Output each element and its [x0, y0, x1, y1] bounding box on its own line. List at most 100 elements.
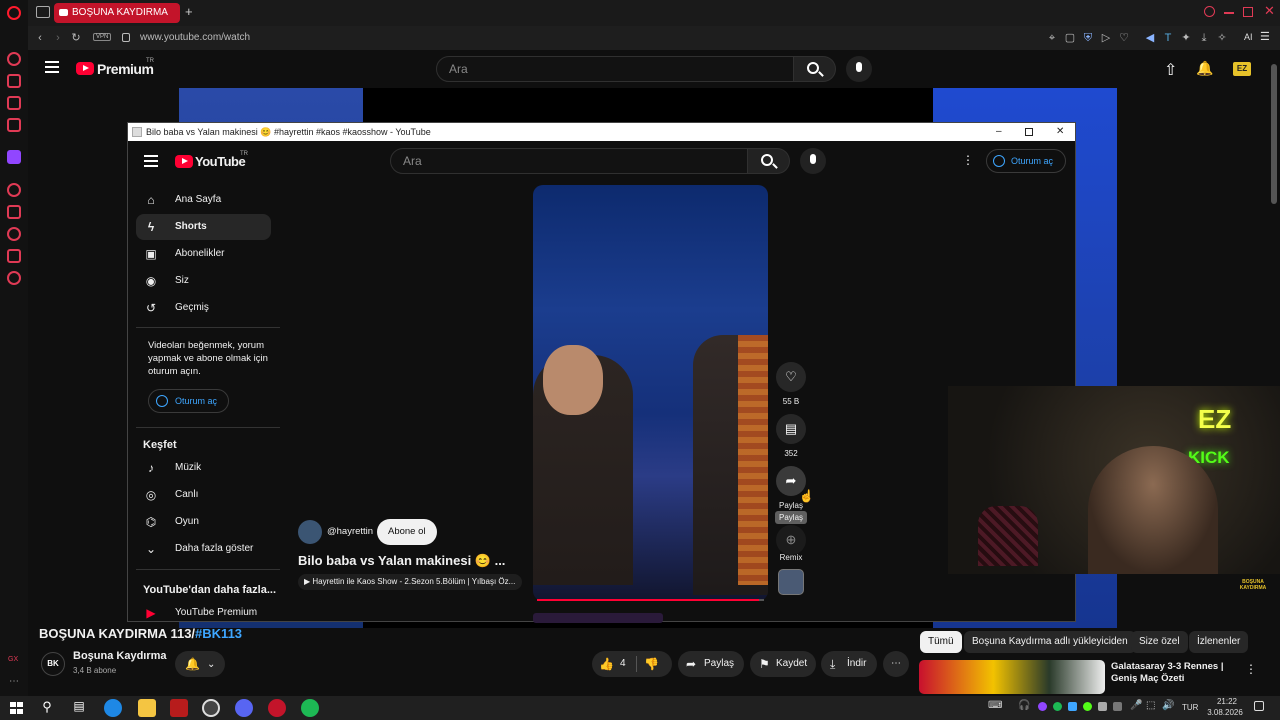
network-tray-icon[interactable]: ⬚	[1146, 700, 1155, 711]
tab-active[interactable]: BOŞUNA KAYDIRMA 113/#B	[54, 3, 180, 38]
pin-icon[interactable]: ⌖	[1046, 32, 1058, 44]
settings-icon[interactable]	[7, 271, 21, 285]
subscribe-button[interactable]: Abone ol	[377, 519, 437, 545]
player-icon[interactable]	[7, 183, 21, 197]
nav-item-you[interactable]: ◉ Siz	[136, 268, 271, 294]
spotify-tray-icon[interactable]	[1053, 702, 1062, 711]
chip-all[interactable]: Tümü	[920, 631, 962, 653]
ex-icon[interactable]: GX	[8, 656, 18, 663]
popup-search-input[interactable]: Ara	[390, 148, 748, 174]
task-view-icon[interactable]: ▤	[70, 699, 88, 717]
comments-button[interactable]: ▤	[776, 414, 806, 444]
tray-app-icon[interactable]	[1038, 702, 1047, 711]
aria-icon[interactable]	[7, 52, 21, 66]
heart-icon[interactable]: ♡	[1118, 32, 1130, 44]
clock-date[interactable]: 3.08.2026	[1200, 708, 1250, 717]
workspaces-icon[interactable]	[36, 6, 50, 18]
popup-signin-button[interactable]: Oturum aç	[986, 149, 1066, 173]
voice-search-button[interactable]	[846, 56, 872, 82]
chip-from-uploader[interactable]: Boşuna Kaydırma adlı yükleyiciden	[964, 631, 1136, 653]
more-sidebar-icon[interactable]: ⋯	[9, 676, 19, 687]
premium-logo-text[interactable]: Premium	[97, 61, 154, 77]
chip-watched[interactable]: İzlenenler	[1189, 631, 1249, 653]
remix-button[interactable]: ⊕	[776, 525, 806, 555]
snapshot-icon[interactable]: ▢	[1064, 32, 1076, 44]
lock-icon[interactable]	[122, 33, 130, 42]
like-button[interactable]: ♡	[776, 362, 806, 392]
nav-item-live[interactable]: ◎ Canlı	[136, 482, 271, 508]
shield-icon[interactable]: ⛨	[1082, 32, 1094, 44]
popup-minimize-icon[interactable]: –	[996, 123, 1002, 141]
popup-close-icon[interactable]: ✕	[1056, 123, 1064, 141]
ai-label[interactable]: AI	[1244, 32, 1253, 42]
volume-tray-icon[interactable]: 🔊	[1162, 700, 1174, 711]
nav-item-show-more[interactable]: ⌄ Daha fazla göster	[136, 536, 271, 562]
notifications-icon[interactable]: 🔔	[1196, 60, 1213, 77]
video-hashtag[interactable]: #BK113	[195, 626, 242, 641]
windows-start-icon[interactable]	[8, 699, 26, 717]
reload-icon[interactable]: ↻	[70, 32, 82, 44]
forward-icon[interactable]: ›	[52, 32, 64, 44]
subscribed-bell-button[interactable]: 🔔 ⌄	[175, 651, 225, 677]
channel-avatar[interactable]	[298, 520, 322, 544]
mic-tray-icon[interactable]: 🎤	[1130, 700, 1142, 711]
watch-share-button[interactable]: ➦ Paylaş	[678, 651, 744, 677]
recommended-thumbnail[interactable]	[919, 660, 1105, 694]
instagram-icon[interactable]	[7, 118, 21, 132]
search-button[interactable]	[794, 56, 836, 82]
history-sidebar-icon[interactable]	[7, 227, 21, 241]
opera-logo-icon[interactable]	[7, 6, 21, 20]
popup-logo-text[interactable]: YouTube	[195, 154, 246, 169]
page-scrollbar[interactable]	[1268, 50, 1280, 696]
file-explorer-icon[interactable]	[138, 699, 156, 717]
nav-item-home[interactable]: ⌂ Ana Sayfa	[136, 187, 271, 213]
popup-voice-search-button[interactable]	[800, 148, 826, 174]
vpn-badge[interactable]: VPN	[93, 33, 112, 41]
upload-icon[interactable]: ⇧	[1164, 60, 1177, 80]
messenger-icon[interactable]	[7, 96, 21, 110]
discord-icon[interactable]	[235, 699, 253, 717]
bookmarks-icon[interactable]	[7, 249, 21, 263]
popup-search-button[interactable]	[748, 148, 790, 174]
short-progress-track[interactable]	[537, 599, 764, 601]
spotify-icon[interactable]	[301, 699, 319, 717]
steam-tray-icon[interactable]	[1068, 702, 1077, 711]
nav-item-shorts[interactable]: ϟ Shorts	[136, 214, 271, 240]
minimize-icon[interactable]	[1224, 12, 1234, 14]
channel-avatar-bk[interactable]: BK	[41, 652, 65, 676]
translate-icon[interactable]: T	[1162, 32, 1174, 44]
recommended-menu-icon[interactable]: ⋮	[1245, 662, 1257, 676]
nvidia-tray-icon[interactable]	[1083, 702, 1092, 711]
recommended-title[interactable]: Galatasaray 3-3 Rennes | Geniş Maç Özeti	[1111, 661, 1251, 685]
nav-item-gaming[interactable]: ⌬ Oyun	[136, 509, 271, 535]
nav-item-history[interactable]: ↺ Geçmiş	[136, 295, 271, 321]
youtube-logo-icon[interactable]	[76, 62, 94, 75]
audio-icon[interactable]: ◀	[1144, 32, 1156, 44]
channel-name[interactable]: Boşuna Kaydırma	[73, 650, 167, 662]
notification-center-icon[interactable]	[1254, 701, 1264, 711]
extensions-icon[interactable]	[7, 74, 21, 88]
short-channel-name[interactable]: @hayrettin	[327, 526, 373, 537]
extensions-puzzle-icon[interactable]: ✦	[1180, 32, 1192, 44]
edge-icon[interactable]	[104, 699, 122, 717]
search-tabs-icon[interactable]	[1204, 6, 1215, 17]
clock-time[interactable]: 21:22	[1207, 697, 1247, 706]
thumbs-up-icon[interactable]: 👍	[599, 651, 614, 677]
new-tab-button[interactable]: +	[185, 4, 193, 19]
pinboard-icon[interactable]	[7, 205, 21, 219]
search-input[interactable]: Ara	[436, 56, 794, 82]
menu-icon[interactable]: ☰	[1260, 30, 1270, 43]
nav-item-subscriptions[interactable]: ▣ Abonelikler	[136, 241, 271, 267]
close-icon[interactable]: ✕	[1264, 3, 1275, 19]
avatar[interactable]: EZ	[1233, 62, 1251, 76]
back-icon[interactable]: ‹	[34, 32, 46, 44]
popup-youtube-logo-icon[interactable]	[175, 155, 193, 168]
language-indicator[interactable]: TUR	[1182, 703, 1198, 712]
popup-maximize-icon[interactable]	[1025, 128, 1033, 136]
download-button[interactable]: ⤓ İndir	[821, 651, 877, 677]
voice-meter-icon[interactable]	[170, 699, 188, 717]
opera-gx-icon[interactable]	[268, 699, 286, 717]
nav-item-youtube-premium[interactable]: ▶ YouTube Premium	[136, 600, 271, 626]
thumbs-down-icon[interactable]: 👎	[644, 651, 659, 677]
chip-for-you[interactable]: Size özel	[1131, 631, 1188, 653]
